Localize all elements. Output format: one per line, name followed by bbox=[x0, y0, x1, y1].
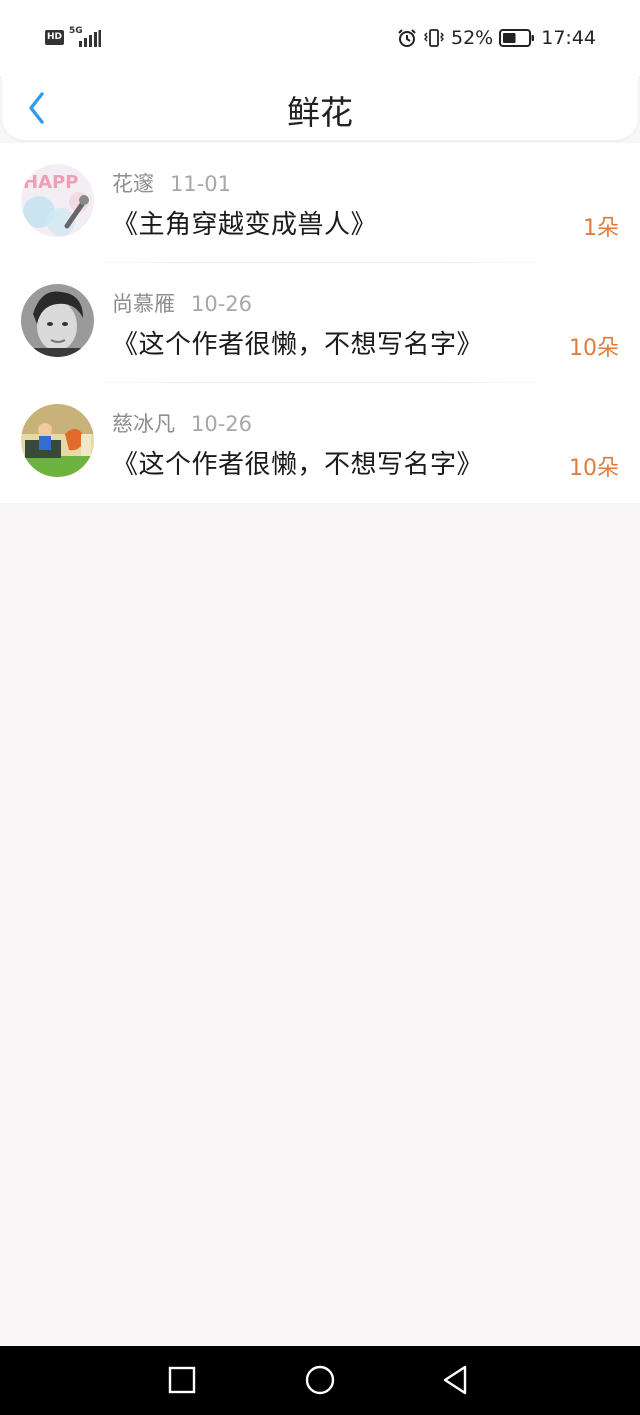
sender-meta: 慈冰凡 10-26 bbox=[112, 408, 252, 438]
home-circle-icon bbox=[305, 1365, 335, 1395]
sender-name: 尚慕雁 bbox=[112, 292, 175, 316]
flower-list: HAPP 花邃 11-01 《主角穿越变成兽人》 1朵 尚慕雁 10-26 《这… bbox=[0, 143, 640, 503]
avatar[interactable]: HAPP bbox=[21, 164, 94, 237]
system-nav-bar bbox=[0, 1346, 640, 1415]
nav-back-button[interactable] bbox=[438, 1362, 474, 1398]
book-title[interactable]: 《这个作者很懒，不想写名字》 bbox=[112, 324, 483, 361]
sent-date: 11-01 bbox=[170, 172, 232, 196]
sender-meta: 尚慕雁 10-26 bbox=[112, 288, 252, 318]
signal-icon bbox=[79, 30, 101, 47]
battery-percent: 52% bbox=[451, 27, 494, 49]
back-triangle-icon bbox=[443, 1365, 467, 1395]
avatar[interactable] bbox=[21, 284, 94, 357]
clock: 17:44 bbox=[541, 27, 596, 49]
sender-name: 花邃 bbox=[112, 172, 154, 196]
header-bar: 鲜花 bbox=[2, 76, 638, 140]
vibrate-icon bbox=[424, 29, 444, 47]
page-title: 鲜花 bbox=[287, 93, 353, 132]
avatar[interactable] bbox=[21, 404, 94, 477]
sender-name: 慈冰凡 bbox=[112, 412, 175, 436]
sender-meta: 花邃 11-01 bbox=[112, 168, 231, 198]
hd-badge: HD bbox=[45, 30, 64, 45]
sent-date: 10-26 bbox=[191, 412, 253, 436]
recents-square-icon bbox=[168, 1366, 196, 1394]
sent-date: 10-26 bbox=[191, 292, 253, 316]
home-button[interactable] bbox=[302, 1362, 338, 1398]
flower-count: 1朵 bbox=[583, 216, 619, 241]
book-title[interactable]: 《主角穿越变成兽人》 bbox=[112, 204, 377, 241]
list-item[interactable]: 慈冰凡 10-26 《这个作者很懒，不想写名字》 10朵 bbox=[0, 383, 640, 503]
list-item[interactable]: HAPP 花邃 11-01 《主角穿越变成兽人》 1朵 bbox=[0, 143, 640, 263]
recents-button[interactable] bbox=[164, 1362, 200, 1398]
book-title[interactable]: 《这个作者很懒，不想写名字》 bbox=[112, 444, 483, 481]
alarm-icon bbox=[398, 29, 416, 47]
battery-icon bbox=[499, 29, 535, 47]
flower-count: 10朵 bbox=[569, 456, 619, 481]
list-item[interactable]: 尚慕雁 10-26 《这个作者很懒，不想写名字》 10朵 bbox=[0, 263, 640, 383]
status-bar: HD 5G 52% 17:44 bbox=[0, 0, 640, 76]
flower-count: 10朵 bbox=[569, 336, 619, 361]
svg-text:HAPP: HAPP bbox=[23, 172, 78, 193]
